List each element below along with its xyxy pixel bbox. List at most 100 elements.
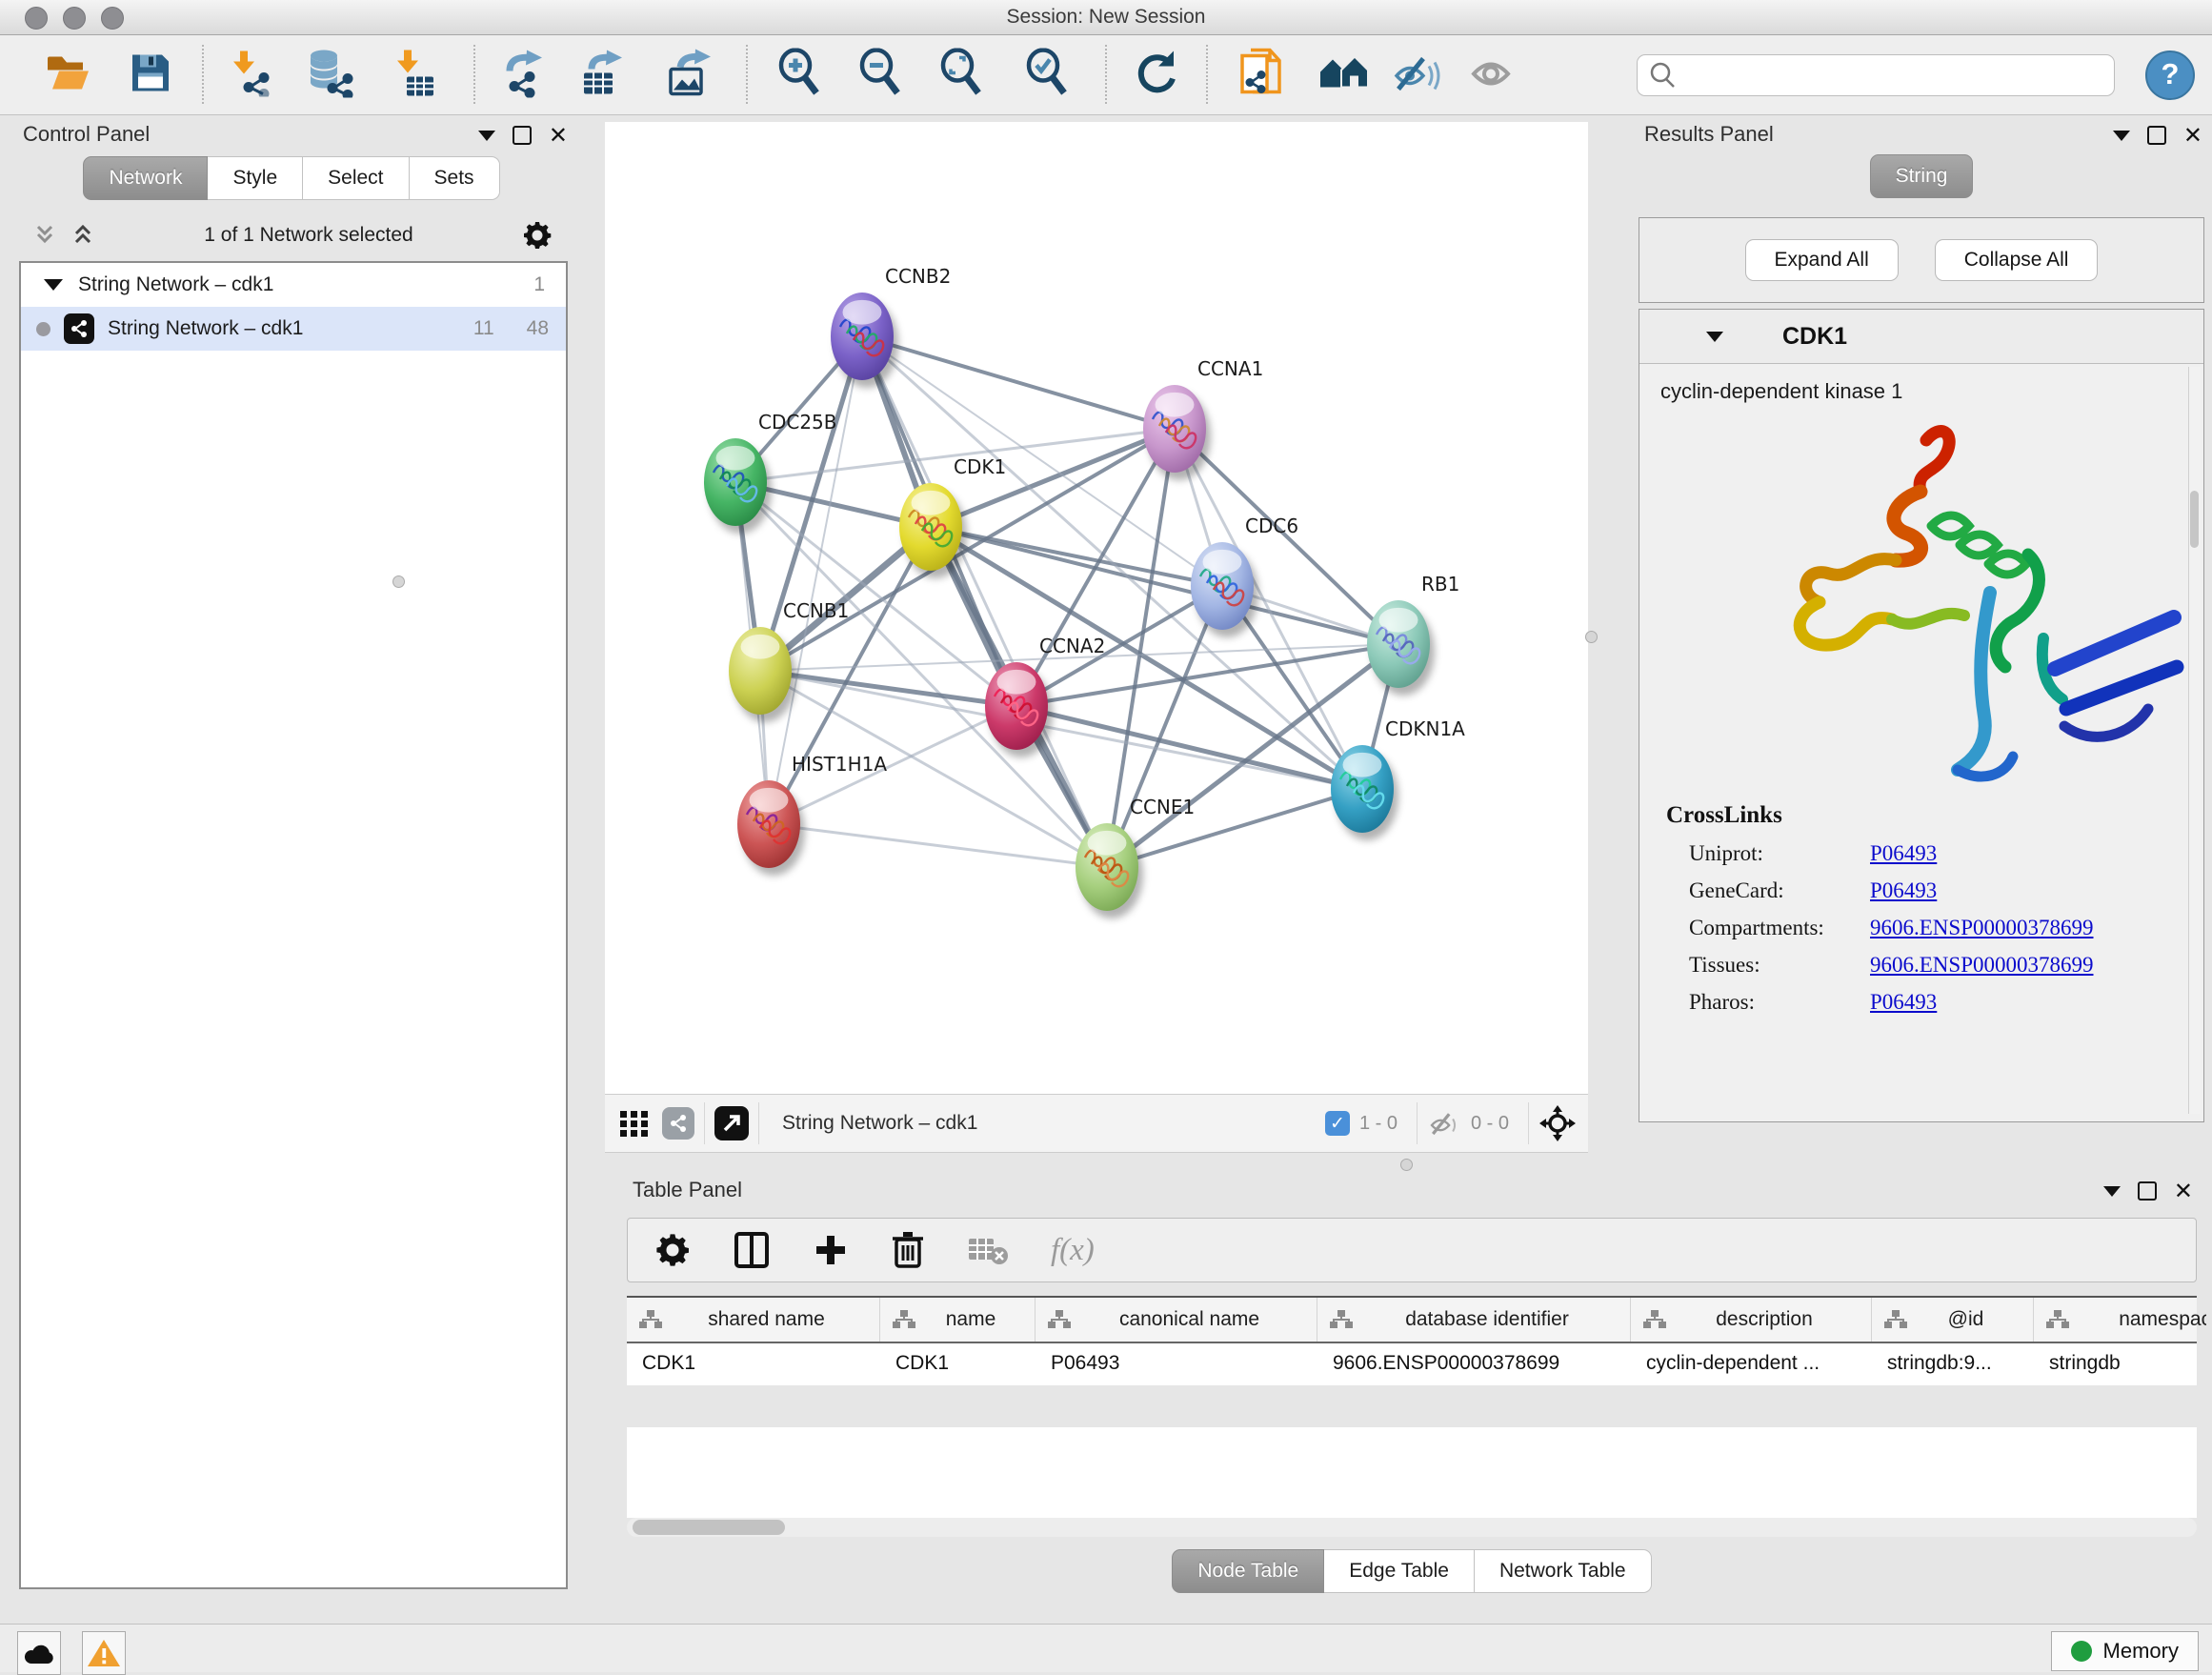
network-edge[interactable] bbox=[769, 336, 862, 824]
expand-all-networks-icon[interactable] bbox=[70, 223, 95, 248]
zoom-out-button[interactable] bbox=[857, 49, 905, 103]
close-panel-icon[interactable]: ✕ bbox=[549, 128, 568, 143]
welcome-screen-button[interactable] bbox=[1318, 51, 1372, 100]
add-column-icon[interactable] bbox=[813, 1232, 849, 1268]
entry-expander-icon[interactable] bbox=[1706, 332, 1723, 342]
column-header-shared-name[interactable]: shared name bbox=[627, 1298, 880, 1342]
table-cell[interactable]: CDK1 bbox=[627, 1343, 880, 1385]
search-box[interactable] bbox=[1637, 54, 2115, 96]
delete-column-icon[interactable] bbox=[891, 1230, 925, 1270]
export-network-button[interactable] bbox=[500, 49, 550, 103]
crosslink-link[interactable]: P06493 bbox=[1870, 841, 1937, 866]
table-cell[interactable]: stringdb:9... bbox=[1872, 1343, 2034, 1385]
column-header-database-identifier[interactable]: database identifier bbox=[1317, 1298, 1631, 1342]
table-cell[interactable]: CDK1 bbox=[880, 1343, 1036, 1385]
network-edge[interactable] bbox=[862, 336, 1107, 867]
column-header-name[interactable]: name bbox=[880, 1298, 1036, 1342]
right-splitter-handle[interactable] bbox=[1585, 631, 1598, 643]
table-horizontal-scrollbar[interactable] bbox=[627, 1518, 2197, 1537]
zoom-fit-button[interactable] bbox=[938, 49, 986, 103]
network-row[interactable]: String Network – cdk1 11 48 bbox=[21, 307, 566, 351]
hide-selected-button[interactable] bbox=[1391, 51, 1440, 100]
grid-view-icon[interactable] bbox=[618, 1107, 651, 1140]
network-options-gear-icon[interactable] bbox=[522, 220, 553, 251]
collection-expander-icon[interactable] bbox=[44, 279, 63, 291]
network-edge[interactable] bbox=[931, 527, 1398, 644]
panel-menu-icon[interactable] bbox=[2113, 131, 2130, 141]
panel-menu-icon[interactable] bbox=[478, 131, 495, 141]
show-all-button[interactable] bbox=[1466, 51, 1516, 100]
apply-layout-button[interactable] bbox=[1132, 50, 1179, 102]
network-node-CCNB1[interactable] bbox=[729, 627, 796, 722]
network-node-HIST1H1A[interactable] bbox=[737, 780, 805, 876]
column-header-canonical-name[interactable]: canonical name bbox=[1036, 1298, 1317, 1342]
table-tab-network-table[interactable]: Network Table bbox=[1475, 1549, 1652, 1593]
open-session-button[interactable] bbox=[44, 51, 91, 100]
vertical-splitter-handle[interactable] bbox=[392, 575, 405, 588]
close-panel-icon[interactable]: ✕ bbox=[2174, 1183, 2193, 1199]
save-session-button[interactable] bbox=[129, 51, 172, 100]
column-header-namespace[interactable]: namespace bbox=[2034, 1298, 2206, 1342]
import-network-button[interactable] bbox=[229, 50, 276, 102]
zoom-in-button[interactable] bbox=[776, 49, 824, 103]
scrollbar-thumb[interactable] bbox=[2190, 491, 2199, 548]
horizontal-splitter-handle[interactable] bbox=[1400, 1159, 1413, 1171]
collapse-all-networks-icon[interactable] bbox=[32, 223, 57, 248]
birdseye-navigator-icon[interactable] bbox=[1538, 1104, 1577, 1142]
crosslink-link[interactable]: P06493 bbox=[1870, 878, 1937, 903]
control-tab-sets[interactable]: Sets bbox=[410, 156, 500, 200]
table-cell[interactable]: cyclin-dependent ... bbox=[1631, 1343, 1872, 1385]
network-node-CDKN1A[interactable] bbox=[1331, 745, 1398, 840]
table-cell[interactable]: stringdb bbox=[2034, 1343, 2206, 1385]
table-options-gear-icon[interactable] bbox=[654, 1232, 691, 1268]
network-node-CCNA2[interactable] bbox=[985, 662, 1053, 757]
network-edge[interactable] bbox=[1016, 429, 1175, 706]
memory-button[interactable]: Memory bbox=[2051, 1631, 2199, 1671]
network-collection-row[interactable]: String Network – cdk1 1 bbox=[21, 263, 566, 307]
crosslink-link[interactable]: P06493 bbox=[1870, 990, 1937, 1015]
network-edge[interactable] bbox=[862, 336, 1175, 429]
crosslink-link[interactable]: 9606.ENSP00000378699 bbox=[1870, 916, 2094, 940]
network-node-CDC6[interactable] bbox=[1191, 542, 1258, 637]
float-panel-icon[interactable] bbox=[2138, 1181, 2157, 1201]
table-row[interactable]: CDK1CDK1P064939606.ENSP00000378699cyclin… bbox=[627, 1343, 2197, 1385]
close-panel-icon[interactable]: ✕ bbox=[2183, 128, 2202, 143]
network-edge[interactable] bbox=[1016, 706, 1362, 789]
new-network-from-selection-button[interactable] bbox=[1237, 47, 1287, 105]
scrollbar-thumb[interactable] bbox=[633, 1520, 785, 1535]
export-image-button[interactable] bbox=[665, 49, 714, 103]
column-header-description[interactable]: description bbox=[1631, 1298, 1872, 1342]
help-button[interactable]: ? bbox=[2145, 50, 2195, 100]
export-table-button[interactable] bbox=[578, 49, 628, 103]
panel-menu-icon[interactable] bbox=[2103, 1186, 2121, 1197]
warnings-button[interactable] bbox=[82, 1631, 126, 1675]
table-tab-edge-table[interactable]: Edge Table bbox=[1324, 1549, 1475, 1593]
detach-view-icon[interactable] bbox=[714, 1106, 749, 1140]
search-input[interactable] bbox=[1685, 64, 2114, 88]
network-node-CCNB2[interactable] bbox=[831, 293, 898, 388]
control-tab-network[interactable]: Network bbox=[83, 156, 208, 200]
network-node-CCNE1[interactable] bbox=[1076, 823, 1143, 918]
table-tab-node-table[interactable]: Node Table bbox=[1172, 1549, 1324, 1593]
network-canvas[interactable]: CCNB2CCNA1CDC25BCDK1CDC6RB1CCNB1CCNA2CDK… bbox=[605, 122, 1588, 1094]
crosslink-link[interactable]: 9606.ENSP00000378699 bbox=[1870, 953, 2094, 978]
control-tab-style[interactable]: Style bbox=[208, 156, 303, 200]
column-header-@id[interactable]: @id bbox=[1872, 1298, 2034, 1342]
collapse-all-button[interactable]: Collapse All bbox=[1935, 239, 2099, 281]
control-tab-select[interactable]: Select bbox=[303, 156, 409, 200]
table-cell[interactable]: P06493 bbox=[1036, 1343, 1317, 1385]
entry-scrollbar[interactable] bbox=[2188, 367, 2201, 1114]
show-columns-icon[interactable] bbox=[733, 1230, 771, 1270]
cloud-status-button[interactable] bbox=[17, 1631, 61, 1675]
float-panel-icon[interactable] bbox=[2147, 126, 2166, 145]
table-cell[interactable]: 9606.ENSP00000378699 bbox=[1317, 1343, 1631, 1385]
selected-checkbox-icon[interactable]: ✓ bbox=[1325, 1111, 1350, 1136]
tab-string[interactable]: String bbox=[1870, 154, 1974, 198]
entry-header[interactable]: CDK1 bbox=[1639, 310, 2203, 364]
network-node-RB1[interactable] bbox=[1367, 600, 1435, 696]
zoom-selected-button[interactable] bbox=[1024, 49, 1072, 103]
expand-all-button[interactable]: Expand All bbox=[1745, 239, 1899, 281]
import-network-from-database-button[interactable] bbox=[305, 49, 356, 103]
network-edge[interactable] bbox=[769, 824, 1107, 867]
float-panel-icon[interactable] bbox=[513, 126, 532, 145]
